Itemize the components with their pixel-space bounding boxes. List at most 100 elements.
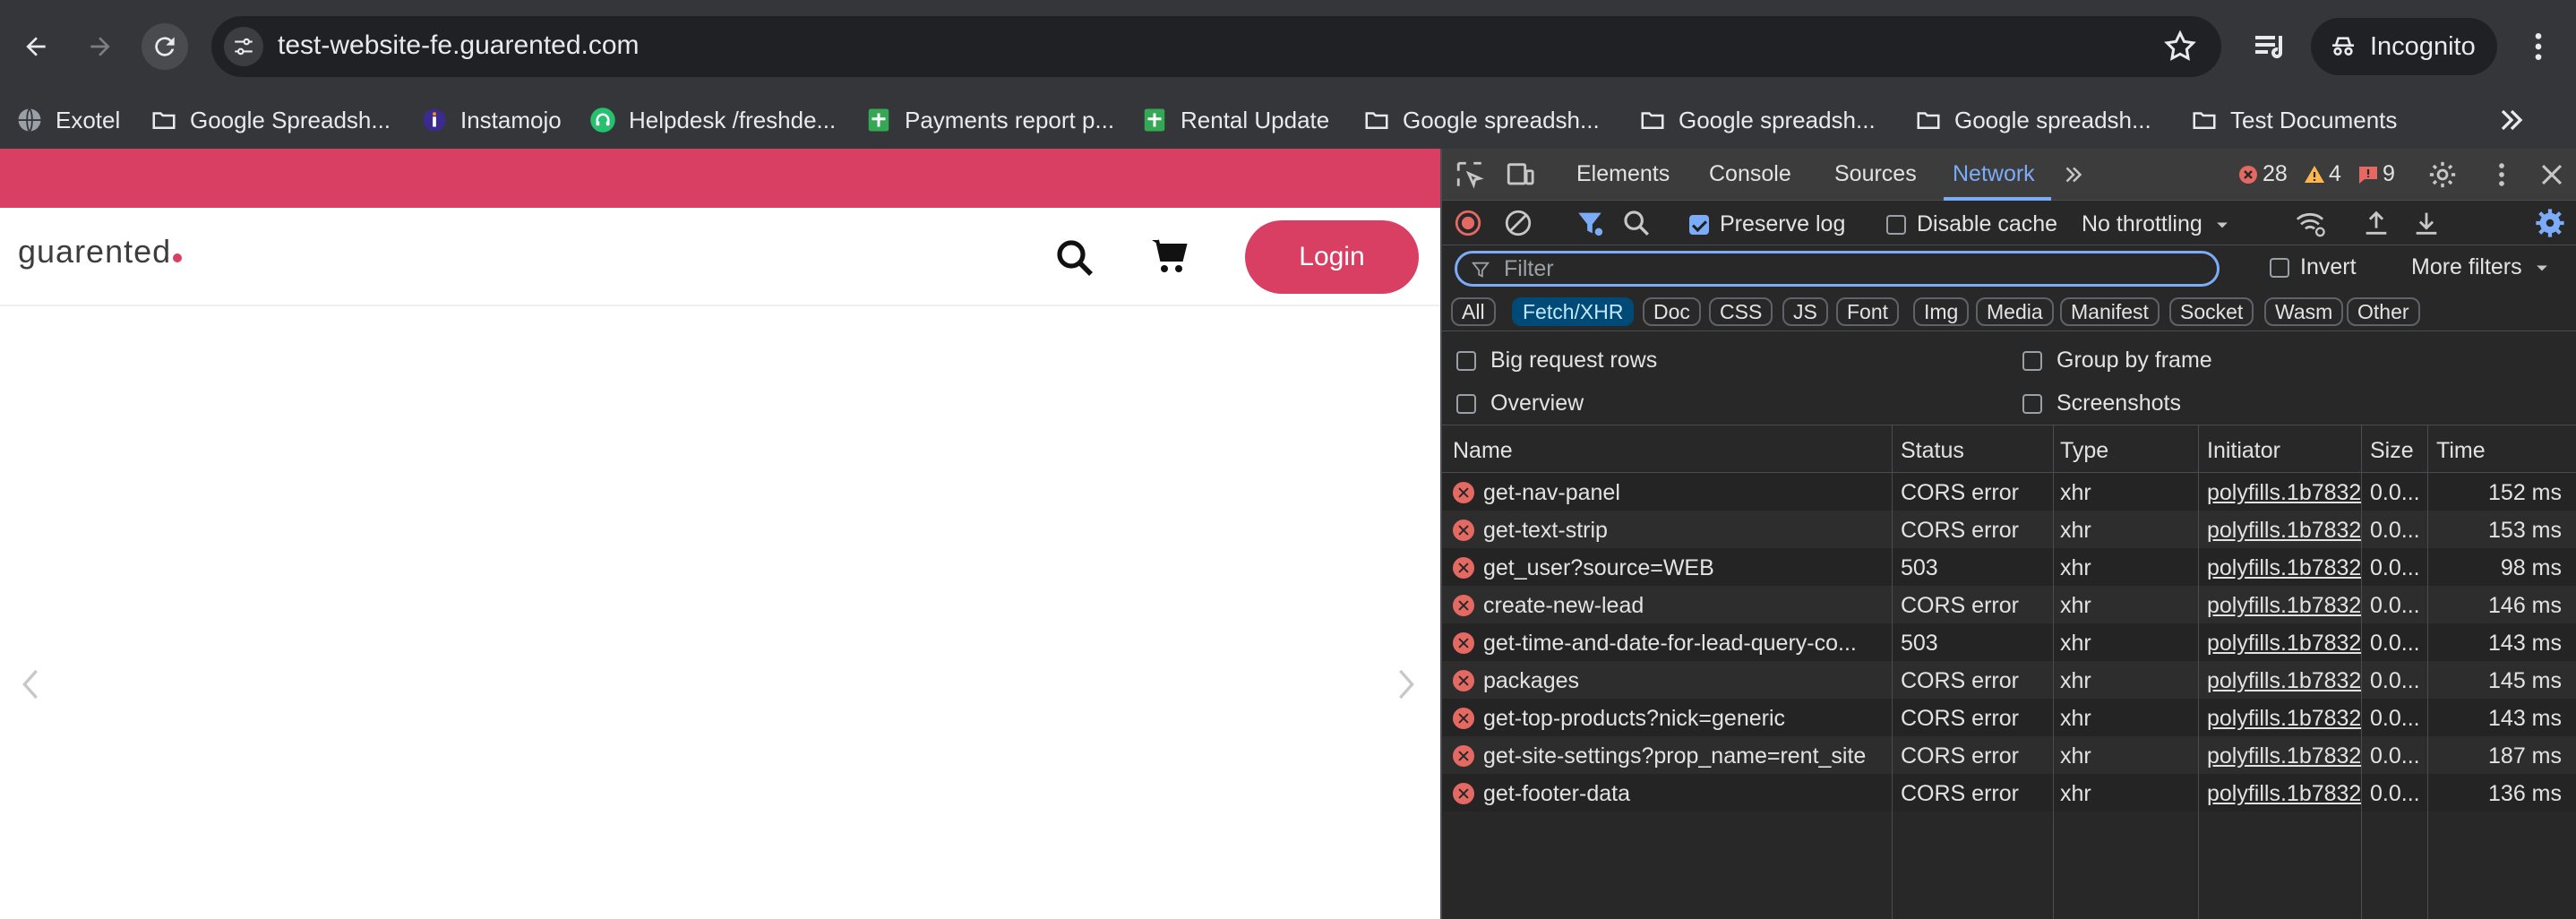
bookmark-item[interactable]: Google spreadsh... — [1915, 100, 2151, 140]
address-bar[interactable]: test-website-fe.guarented.com — [211, 16, 2221, 77]
column-header-time[interactable]: Time — [2436, 438, 2486, 464]
table-row[interactable]: create-new-lead CORS error xhr polyfills.1b… — [1442, 586, 2576, 623]
group-by-frame-option[interactable]: Group by frame — [2022, 348, 2212, 374]
table-row[interactable]: packages CORS error xhr polyfills.1b7832 0.0… — [1442, 661, 2576, 699]
export-har-icon[interactable] — [2411, 208, 2442, 238]
network-settings-gear-icon[interactable] — [2535, 208, 2565, 238]
bookmark-item[interactable]: Payments report p... — [865, 100, 1114, 140]
tab-elements[interactable]: Elements — [1576, 161, 1670, 187]
column-header-status[interactable]: Status — [1901, 438, 1964, 464]
url-text[interactable]: test-website-fe.guarented.com — [278, 30, 640, 61]
browser-menu-icon[interactable] — [2520, 23, 2556, 70]
table-row[interactable]: get-time-and-date-for-lead-query-co... 50… — [1442, 623, 2576, 661]
request-initiator-link[interactable]: polyfills.1b7832 — [2207, 706, 2365, 732]
table-row[interactable]: get-footer-data CORS error xhr polyfills.1b… — [1442, 774, 2576, 812]
column-header-initiator[interactable]: Initiator — [2207, 438, 2280, 464]
overview-check[interactable] — [1456, 393, 1476, 414]
network-conditions-icon[interactable] — [2295, 208, 2325, 238]
disable-cache-check[interactable] — [1886, 214, 1906, 235]
disable-cache-checkbox[interactable]: Disable cache — [1886, 211, 2057, 237]
more-tabs-icon[interactable] — [2060, 161, 2087, 188]
preserve-log-check[interactable] — [1689, 214, 1709, 235]
type-filter-manifest[interactable]: Manifest — [2060, 297, 2160, 326]
close-devtools-icon[interactable] — [2537, 159, 2567, 190]
request-initiator-link[interactable]: polyfills.1b7832 — [2207, 631, 2365, 657]
type-filter-media[interactable]: Media — [1976, 297, 2054, 326]
bookmarks-overflow-icon[interactable] — [2494, 102, 2529, 138]
type-filter-wasm[interactable]: Wasm — [2264, 297, 2344, 326]
request-initiator-link[interactable]: polyfills.1b7832 — [2207, 781, 2365, 807]
table-row[interactable]: get-text-strip CORS error xhr polyfills.1b7… — [1442, 511, 2576, 548]
search-icon[interactable] — [1621, 208, 1652, 238]
reload-button[interactable] — [142, 23, 188, 70]
settings-gear-icon[interactable] — [2427, 159, 2458, 190]
media-control-icon[interactable] — [2248, 25, 2291, 68]
request-initiator-link[interactable]: polyfills.1b7832 — [2207, 555, 2365, 581]
table-row[interactable]: get-top-products?nick=generic CORS error x… — [1442, 699, 2576, 736]
bookmark-item[interactable]: Google spreadsh... — [1639, 100, 1876, 140]
type-filter-all[interactable]: All — [1451, 297, 1496, 326]
incognito-badge[interactable]: Incognito — [2311, 18, 2497, 75]
back-button[interactable] — [13, 23, 59, 70]
bookmark-item[interactable]: Google Spreadsh... — [150, 100, 391, 140]
bookmark-star-icon[interactable] — [2162, 29, 2198, 64]
request-initiator-link[interactable]: polyfills.1b7832 — [2207, 668, 2365, 694]
type-filter-img[interactable]: Img — [1913, 297, 1970, 326]
column-header-type[interactable]: Type — [2060, 438, 2108, 464]
invert-check[interactable] — [2270, 257, 2289, 278]
inspect-element-icon[interactable] — [1455, 159, 1485, 190]
throttling-select[interactable]: No throttling — [2082, 211, 2231, 237]
request-initiator-link[interactable]: polyfills.1b7832 — [2207, 518, 2365, 544]
preserve-log-checkbox[interactable]: Preserve log — [1689, 211, 1845, 237]
search-icon[interactable] — [1053, 236, 1096, 279]
bookmark-item[interactable]: Rental Update — [1141, 100, 1329, 140]
type-filter-js[interactable]: JS — [1782, 297, 1828, 326]
filter-funnel-icon[interactable] — [1575, 208, 1605, 238]
tab-network[interactable]: Network — [1953, 161, 2035, 187]
site-logo[interactable]: guarented — [18, 233, 183, 271]
table-row[interactable]: get-nav-panel CORS error xhr polyfills.1b78… — [1442, 473, 2576, 511]
column-header-name[interactable]: Name — [1453, 438, 1513, 464]
tab-sources[interactable]: Sources — [1834, 161, 1917, 187]
import-har-icon[interactable] — [2361, 208, 2391, 238]
type-filter-doc[interactable]: Doc — [1643, 297, 1701, 326]
clear-icon[interactable] — [1503, 208, 1533, 238]
screenshots-option[interactable]: Screenshots — [2022, 391, 2181, 417]
big-request-rows-check[interactable] — [1456, 350, 1476, 371]
bookmark-item[interactable]: Google spreadsh... — [1363, 100, 1600, 140]
filter-input[interactable]: Filter — [1455, 251, 2220, 287]
login-button[interactable]: Login — [1245, 220, 1419, 294]
site-info-button[interactable] — [224, 27, 263, 66]
column-header-size[interactable]: Size — [2370, 438, 2414, 464]
request-initiator-link[interactable]: polyfills.1b7832 — [2207, 480, 2365, 506]
devtools-menu-icon[interactable] — [2486, 159, 2517, 190]
forward-button[interactable] — [77, 23, 124, 70]
request-initiator-link[interactable]: polyfills.1b7832 — [2207, 593, 2365, 619]
overview-option[interactable]: Overview — [1456, 391, 1584, 417]
screenshots-check[interactable] — [2022, 393, 2042, 414]
warning-count[interactable]: 4 — [2304, 161, 2341, 187]
type-filter-other[interactable]: Other — [2347, 297, 2420, 326]
issues-count[interactable]: 9 — [2357, 161, 2395, 187]
type-filter-fetch-xhr[interactable]: Fetch/XHR — [1512, 297, 1635, 326]
big-request-rows-option[interactable]: Big request rows — [1456, 348, 1657, 374]
group-by-frame-check[interactable] — [2022, 350, 2042, 371]
type-filter-socket[interactable]: Socket — [2169, 297, 2254, 326]
more-filters-dropdown[interactable]: More filters — [2411, 254, 2551, 280]
type-filter-font[interactable]: Font — [1836, 297, 1900, 326]
cart-icon[interactable] — [1148, 235, 1191, 278]
table-row[interactable]: get_user?source=WEB 503 xhr polyfills.1b783… — [1442, 548, 2576, 586]
table-row[interactable]: get-site-settings?prop_name=rent_site COR… — [1442, 736, 2576, 774]
invert-checkbox[interactable]: Invert — [2270, 254, 2357, 280]
record-stop-icon[interactable] — [1453, 208, 1483, 238]
bookmark-item[interactable]: Exotel — [16, 100, 120, 140]
bookmark-item[interactable]: Test Documents — [2191, 100, 2397, 140]
device-toolbar-icon[interactable] — [1505, 159, 1535, 190]
tab-console[interactable]: Console — [1709, 161, 1791, 187]
request-initiator-link[interactable]: polyfills.1b7832 — [2207, 743, 2365, 769]
bookmark-item[interactable]: Helpdesk /freshde... — [589, 100, 836, 140]
carousel-prev-icon[interactable] — [16, 666, 45, 702]
error-count[interactable]: 28 — [2237, 161, 2288, 187]
bookmark-item[interactable]: Instamojo — [421, 100, 562, 140]
carousel-next-icon[interactable] — [1392, 666, 1421, 702]
